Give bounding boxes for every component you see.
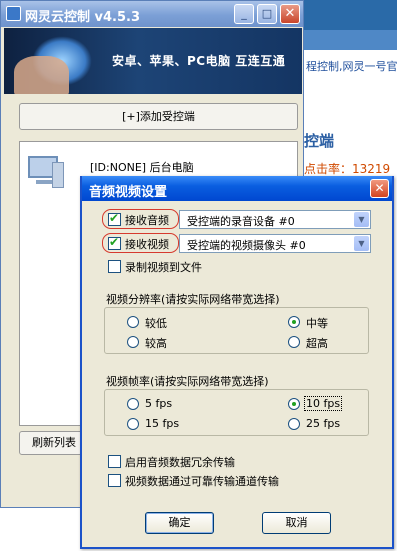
fps-15-radio[interactable] (127, 418, 139, 430)
background-link[interactable]: 程控制,网灵一号官 (306, 58, 397, 74)
dialog-title: 音频视频设置 (89, 185, 168, 200)
minimize-button[interactable]: _ (234, 4, 254, 24)
close-button[interactable]: ✕ (280, 4, 300, 24)
ok-button[interactable]: 确定 (145, 512, 214, 534)
audio-device-value: 受控端的录音设备 #0 (187, 215, 295, 228)
framerate-group-title: 视频帧率(请按实际网络带宽选择) (106, 375, 269, 388)
main-title-bar[interactable]: 网灵云控制 v4.5.3 _ □ ✕ (1, 1, 303, 27)
background-click-rate: 点击率：13219 (304, 162, 391, 176)
resolution-high-radio[interactable] (127, 336, 139, 348)
record-video-checkbox[interactable] (108, 260, 121, 273)
resolution-medium-label: 中等 (306, 317, 328, 330)
banner-slogan: 安卓、苹果、PC电脑 互连互通 (112, 54, 286, 68)
resolution-group-title: 视频分辨率(请按实际网络带宽选择) (106, 293, 280, 306)
fps-10-label: 10 fps (304, 396, 343, 411)
fps-25-label: 25 fps (306, 417, 341, 430)
fps-25-radio[interactable] (288, 418, 300, 430)
fps-5-label: 5 fps (145, 397, 173, 410)
receive-audio-checkbox[interactable] (108, 211, 121, 226)
receive-audio-label: 接收音频 (125, 214, 169, 227)
reliable-video-checkbox[interactable] (108, 474, 121, 487)
background-heading: 控端 (304, 132, 335, 150)
chevron-down-icon[interactable]: ▼ (354, 212, 369, 227)
resolution-medium-radio[interactable] (288, 316, 300, 328)
cancel-button[interactable]: 取消 (262, 512, 331, 534)
record-video-label: 录制视频到文件 (125, 261, 202, 274)
receive-video-checkbox[interactable] (108, 235, 121, 250)
reliable-video-label: 视频数据通过可靠传输通道传输 (125, 475, 279, 488)
resolution-ultra-label: 超高 (306, 337, 328, 350)
resolution-high-label: 较高 (145, 337, 167, 350)
audio-device-select[interactable]: 受控端的录音设备 #0 ▼ (179, 210, 371, 229)
dialog-title-bar[interactable]: 音频视频设置 ✕ (82, 176, 392, 201)
resolution-group: 较低 中等 较高 超高 (104, 307, 369, 354)
app-logo-icon (6, 6, 21, 21)
video-device-select[interactable]: 受控端的视频摄像头 #0 ▼ (179, 234, 371, 253)
background-header-bar (300, 0, 397, 50)
fps-10-radio[interactable] (288, 398, 300, 410)
av-settings-dialog: 音频视频设置 ✕ 接收音频 受控端的录音设备 #0 ▼ 接收视频 受控端的视频摄… (80, 176, 394, 549)
background-header-nav (300, 30, 397, 50)
dialog-close-button[interactable]: ✕ (370, 179, 389, 198)
framerate-group: 5 fps 10 fps 15 fps 25 fps (104, 389, 369, 436)
maximize-button[interactable]: □ (257, 4, 277, 24)
resolution-low-label: 较低 (145, 317, 167, 330)
audio-redundancy-label: 启用音频数据冗余传输 (125, 456, 235, 469)
chevron-down-icon[interactable]: ▼ (354, 236, 369, 251)
computer-icon (28, 156, 64, 188)
promo-banner: 安卓、苹果、PC电脑 互连互通 (4, 28, 302, 94)
resolution-low-radio[interactable] (127, 316, 139, 328)
receive-video-label: 接收视频 (125, 238, 169, 251)
banner-hand-image (14, 56, 69, 94)
fps-15-label: 15 fps (145, 417, 180, 430)
device-label: [ID:NONE] 后台电脑 (90, 161, 194, 174)
audio-redundancy-checkbox[interactable] (108, 455, 121, 468)
video-device-value: 受控端的视频摄像头 #0 (187, 239, 306, 252)
fps-5-radio[interactable] (127, 398, 139, 410)
refresh-list-button[interactable]: 刷新列表 (19, 431, 89, 455)
main-window-title: 网灵云控制 v4.5.3 (25, 10, 141, 25)
add-client-button[interactable]: [+]添加受控端 (19, 103, 298, 130)
resolution-ultra-radio[interactable] (288, 336, 300, 348)
